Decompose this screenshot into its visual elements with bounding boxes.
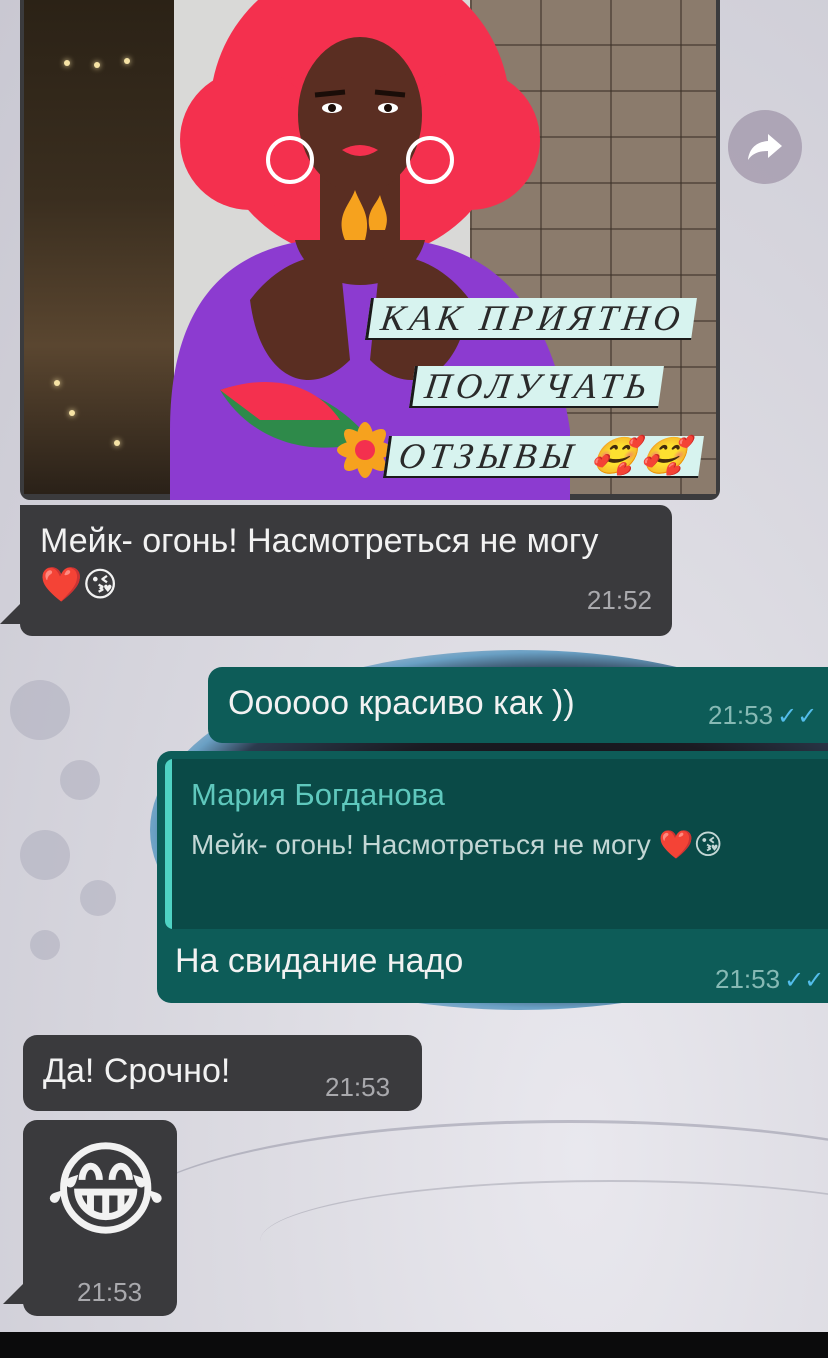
caption-line-1: КАК ПРИЯТНО	[365, 298, 698, 340]
incoming-emoji-message[interactable]: 😂 21:53	[3, 1120, 177, 1316]
wallpaper-spot	[10, 680, 70, 740]
message-time: 21:53	[77, 1277, 143, 1307]
incoming-message[interactable]: Мейк- огонь! Насмотреться не могу ❤️😘 21…	[0, 505, 672, 636]
outgoing-reply-message[interactable]: Мария Богданова Мейк- огонь! Насмотретьс…	[157, 751, 828, 1003]
wallpaper-spot	[20, 830, 70, 880]
outgoing-message[interactable]: Оооооо красиво как )) 21:53 ✓✓	[208, 667, 828, 743]
message-time: 21:53	[715, 964, 781, 994]
wallpaper-spot	[60, 760, 100, 800]
tears-of-joy-emoji: 😂	[45, 1133, 167, 1249]
wallpaper-spot	[30, 930, 60, 960]
message-time: 21:53	[325, 1072, 391, 1102]
incoming-message[interactable]: Да! Срочно! 21:53	[23, 1035, 422, 1111]
double-check-icon: ✓✓	[784, 967, 825, 994]
reply-quote[interactable]: Мария Богданова Мейк- огонь! Насмотретьс…	[165, 759, 828, 929]
message-text: Мейк- огонь! Насмотреться не могу ❤️😘	[40, 522, 599, 604]
reply-text: Мейк- огонь! Насмотреться не могу ❤️😘	[191, 829, 723, 860]
message-time: 21:52	[586, 585, 652, 615]
bottom-edge	[0, 1332, 828, 1358]
woman-illustration	[170, 0, 570, 500]
caption-line-3: ОТЗЫВЫ 🥰🥰	[383, 436, 705, 478]
message-text: На свидание надо	[175, 942, 464, 980]
forward-button[interactable]	[728, 110, 802, 184]
double-check-icon: ✓✓	[777, 703, 818, 730]
caption-line-2: ПОЛУЧАТЬ	[409, 366, 665, 408]
message-time: 21:53	[708, 700, 774, 730]
wallpaper-spot	[80, 880, 116, 916]
image-message[interactable]: КАК ПРИЯТНО ПОЛУЧАТЬ ОТЗЫВЫ 🥰🥰	[20, 0, 720, 500]
reply-accent-bar	[165, 759, 172, 929]
reply-author: Мария Богданова	[191, 777, 445, 812]
forward-arrow-icon	[748, 134, 782, 160]
